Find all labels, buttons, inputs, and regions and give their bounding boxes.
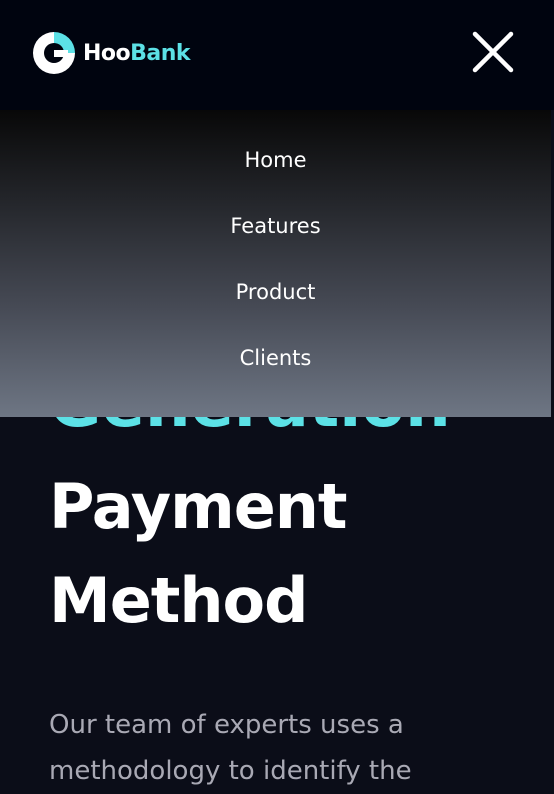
mobile-nav-menu: Home Features Product Clients — [0, 110, 551, 417]
hero-heading-line-2: Payment — [49, 470, 348, 543]
close-menu-button[interactable] — [472, 31, 514, 73]
nav-list: Home Features Product Clients — [0, 148, 551, 412]
nav-item-label[interactable]: Features — [230, 214, 320, 238]
hero-description: Our team of experts uses a methodology t… — [49, 710, 412, 786]
brand-logo[interactable]: HooBank — [31, 30, 191, 76]
nav-item-clients[interactable]: Clients — [0, 346, 551, 412]
nav-item-product[interactable]: Product — [0, 280, 551, 346]
nav-item-home[interactable]: Home — [0, 148, 551, 214]
nav-item-features[interactable]: Features — [0, 214, 551, 280]
brand-name: HooBank — [83, 40, 191, 66]
brand-name-prefix: Hoo — [83, 40, 131, 66]
hoobank-logo-icon — [33, 32, 75, 74]
nav-item-label[interactable]: Home — [244, 148, 306, 172]
close-icon — [472, 31, 514, 73]
brand-name-suffix: Bank — [130, 40, 191, 66]
nav-item-label[interactable]: Product — [236, 280, 316, 304]
hero-heading-line-3: Method — [49, 564, 308, 637]
nav-item-label[interactable]: Clients — [240, 346, 312, 370]
navbar: HooBank — [0, 0, 554, 110]
